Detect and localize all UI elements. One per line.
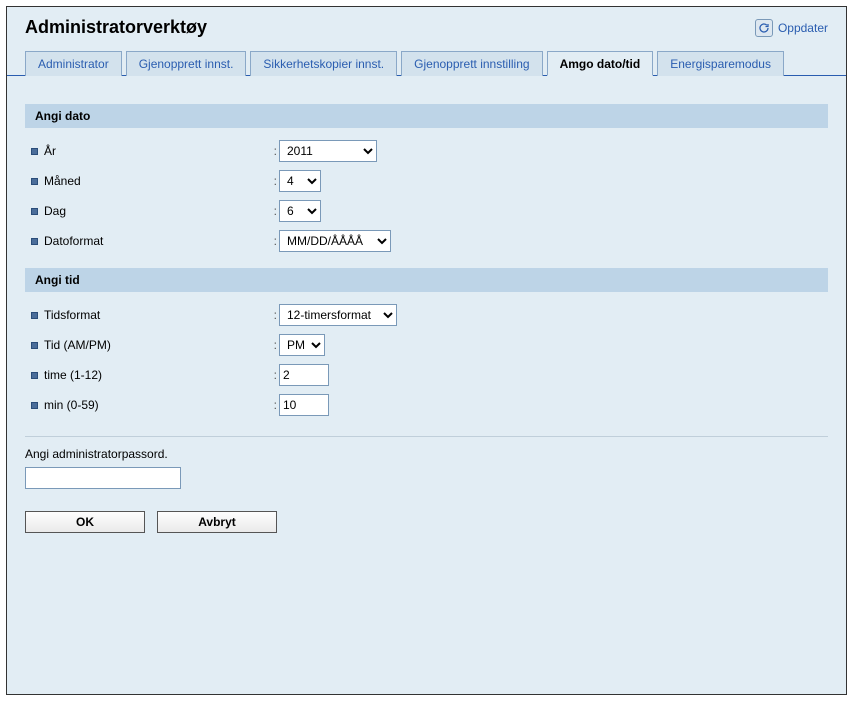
bullet-icon <box>31 178 38 185</box>
update-label: Oppdater <box>778 21 828 35</box>
section-date-header: Angi dato <box>25 104 828 128</box>
hour-input[interactable] <box>279 364 329 386</box>
year-select[interactable]: 2011 <box>279 140 377 162</box>
admin-panel: Administratorverktøy Oppdater Administra… <box>6 6 847 695</box>
bullet-icon <box>31 402 38 409</box>
header: Administratorverktøy Oppdater <box>7 7 846 50</box>
month-label: Måned <box>44 174 81 188</box>
refresh-icon <box>755 19 773 37</box>
tab-power-save[interactable]: Energisparemodus <box>657 51 784 76</box>
year-label: År <box>44 144 56 158</box>
ampm-select[interactable]: PM <box>279 334 325 356</box>
tab-backup-settings[interactable]: Sikkerhetskopier innst. <box>250 51 397 76</box>
time-format-select[interactable]: 12-timersformat <box>279 304 397 326</box>
ok-button[interactable]: OK <box>25 511 145 533</box>
tab-restore-settings[interactable]: Gjenopprett innst. <box>126 51 247 76</box>
bullet-icon <box>31 372 38 379</box>
bullet-icon <box>31 208 38 215</box>
bullet-icon <box>31 238 38 245</box>
bullet-icon <box>31 148 38 155</box>
row-time-format: Tidsformat : 12-timersformat <box>25 300 828 330</box>
update-link[interactable]: Oppdater <box>755 19 828 37</box>
date-format-label: Datoformat <box>44 234 103 248</box>
divider <box>25 436 828 437</box>
row-day: Dag : 6 <box>25 196 828 226</box>
content: Angi dato År : 2011 Måned : 4 Dag : 6 <box>7 76 846 551</box>
month-select[interactable]: 4 <box>279 170 321 192</box>
tab-restore-setting[interactable]: Gjenopprett innstilling <box>401 51 542 76</box>
minute-label: min (0-59) <box>44 398 99 412</box>
hour-label: time (1-12) <box>44 368 102 382</box>
row-month: Måned : 4 <box>25 166 828 196</box>
tabs: Administrator Gjenopprett innst. Sikkerh… <box>7 50 846 76</box>
row-hour: time (1-12) : <box>25 360 828 390</box>
bullet-icon <box>31 312 38 319</box>
tab-date-time[interactable]: Amgo dato/tid <box>547 51 654 76</box>
row-ampm: Tid (AM/PM) : PM <box>25 330 828 360</box>
ampm-label: Tid (AM/PM) <box>44 338 111 352</box>
minute-input[interactable] <box>279 394 329 416</box>
row-date-format: Datoformat : MM/DD/ÅÅÅÅ <box>25 226 828 256</box>
day-select[interactable]: 6 <box>279 200 321 222</box>
button-row: OK Avbryt <box>25 511 828 533</box>
admin-password-input[interactable] <box>25 467 181 489</box>
section-time-header: Angi tid <box>25 268 828 292</box>
bullet-icon <box>31 342 38 349</box>
date-format-select[interactable]: MM/DD/ÅÅÅÅ <box>279 230 391 252</box>
row-minute: min (0-59) : <box>25 390 828 420</box>
day-label: Dag <box>44 204 66 218</box>
page-title: Administratorverktøy <box>25 17 207 38</box>
row-year: År : 2011 <box>25 136 828 166</box>
cancel-button[interactable]: Avbryt <box>157 511 277 533</box>
time-format-label: Tidsformat <box>44 308 100 322</box>
tab-administrator[interactable]: Administrator <box>25 51 122 76</box>
password-label: Angi administratorpassord. <box>25 445 828 467</box>
